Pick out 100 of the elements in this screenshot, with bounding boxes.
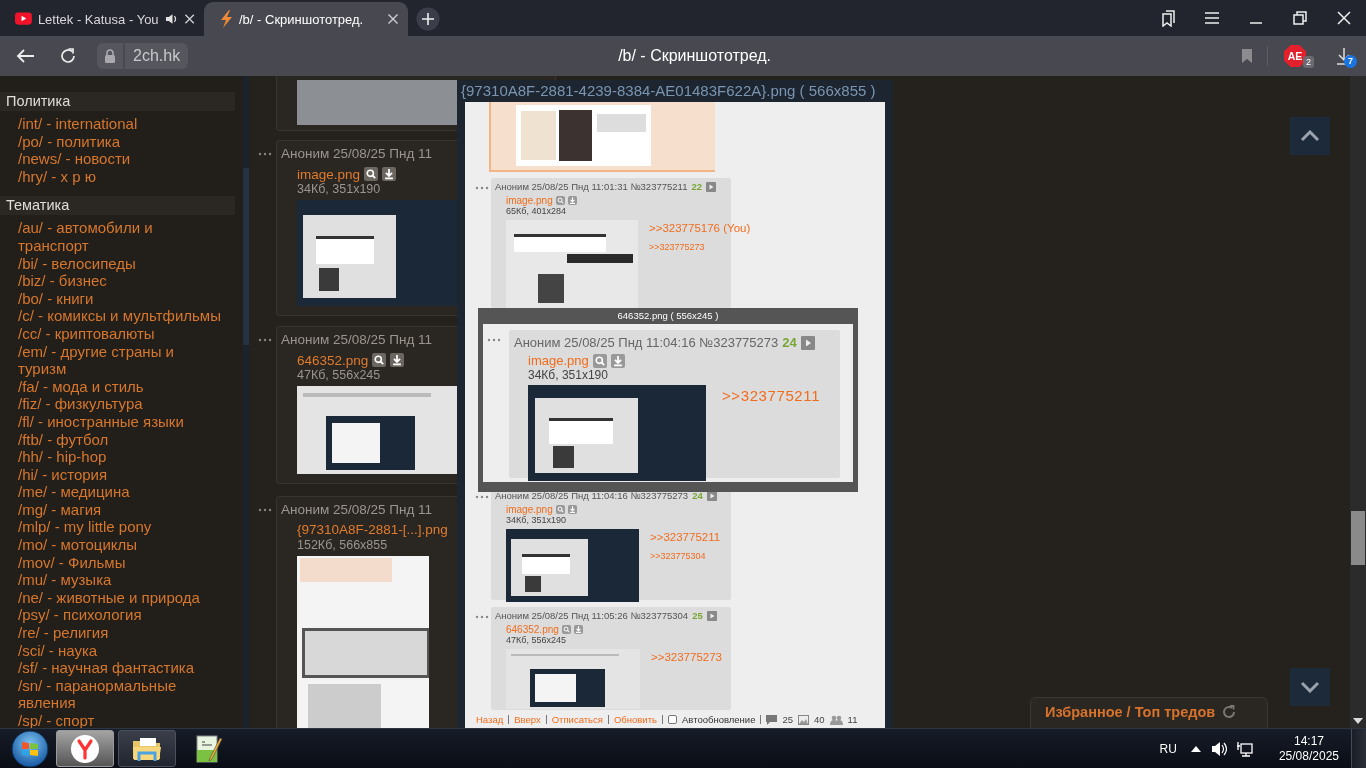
collections-icon[interactable]	[1159, 9, 1177, 27]
show-hidden-icons-icon[interactable]	[1190, 745, 1201, 752]
close-tab-icon[interactable]	[183, 13, 195, 25]
download-icon[interactable]	[382, 167, 397, 181]
post-number: 24	[782, 335, 797, 350]
board-link[interactable]: /hry/ - х р ю	[18, 167, 96, 186]
download-icon[interactable]	[390, 353, 405, 367]
scroll-down-button[interactable]	[1290, 668, 1330, 706]
board-link[interactable]: /sci/ - наука	[18, 641, 98, 660]
board-link[interactable]: /fiz/ - физкультура	[18, 395, 143, 413]
board-link[interactable]: /me/ - медицина	[18, 483, 130, 501]
speaker-icon[interactable]	[1210, 740, 1227, 757]
post-header: Аноним 25/08/25 Пнд 11	[281, 502, 433, 518]
board-link[interactable]: /psy/ - психология	[18, 606, 142, 625]
clock-date[interactable]: 25/08/2025	[1278, 748, 1339, 764]
taskbar-app-button[interactable]	[118, 730, 176, 767]
board-link[interactable]: /news/ - новости	[18, 150, 131, 168]
new-tab-button[interactable]	[416, 7, 440, 31]
favorites-link[interactable]: Избранное / Топ тредов	[1045, 704, 1216, 720]
autoupdate-checkbox[interactable]	[667, 715, 677, 724]
close-window-icon[interactable]	[1335, 9, 1353, 27]
post-count: 25	[782, 714, 793, 725]
network-icon[interactable]	[1236, 740, 1253, 757]
screenshot-thumbnail[interactable]	[516, 105, 651, 166]
restore-icon[interactable]	[1291, 9, 1309, 27]
language-indicator[interactable]: RU	[1159, 741, 1177, 756]
screenshot-thumbnail[interactable]	[297, 386, 457, 474]
board-link[interactable]: /ftb/ - футбол	[18, 430, 109, 449]
browser-tab[interactable]: /b/ - Скриншототред.	[204, 2, 408, 36]
board-link[interactable]: /po/ - политика	[18, 132, 121, 151]
screenshot-thumbnail[interactable]	[506, 220, 638, 310]
board-link[interactable]: /em/ - другие страны и туризм	[18, 342, 225, 378]
board-link[interactable]: /c/ - комиксы и мультфильмы	[18, 307, 221, 325]
scrollbar-thumb[interactable]	[1351, 511, 1365, 565]
post-header: Аноним 25/08/25 Пнд 11	[281, 332, 433, 348]
screenshot-thumbnail[interactable]	[506, 529, 639, 602]
more-dots-icon[interactable]	[475, 615, 489, 619]
more-dots-icon[interactable]	[258, 338, 272, 342]
footer-link[interactable]: Обновить	[613, 714, 657, 725]
board-link[interactable]: /au/ - автомобили и транспорт	[18, 219, 225, 255]
menu-icon[interactable]	[1203, 9, 1221, 27]
board-link[interactable]: /ne/ - животные и природа	[18, 588, 200, 607]
lock-button[interactable]	[97, 43, 123, 69]
extension-button[interactable]: AE	[1284, 45, 1306, 67]
browser-tab[interactable]: Lettek - Katusa - You	[0, 2, 204, 36]
reload-icon[interactable]	[59, 47, 77, 65]
scroll-up-button[interactable]	[1290, 117, 1330, 155]
board-link[interactable]: /mo/ - мотоциклы	[18, 536, 138, 554]
page-scrollbar[interactable]	[1350, 76, 1366, 728]
board-link[interactable]: /re/ - религия	[18, 624, 109, 642]
more-dots-icon[interactable]	[258, 152, 272, 156]
board-link[interactable]: /mu/ - музыка	[18, 571, 112, 589]
autoupdate-label[interactable]: Автообновление	[681, 714, 756, 725]
board-link[interactable]: /fa/ - мода и стиль	[18, 377, 144, 396]
board-link[interactable]: /hh/ - hip-hop	[18, 448, 107, 466]
file-link[interactable]: {97310A8F-2881-[...].png	[297, 522, 448, 537]
board-link[interactable]: /bi/ - велосипеды	[18, 254, 136, 273]
clock-time[interactable]: 14:17	[1293, 733, 1324, 749]
close-tab-icon[interactable]	[387, 13, 399, 25]
board-link[interactable]: /mg/ - магия	[18, 500, 102, 519]
speaker-icon[interactable]	[164, 12, 178, 26]
footer-link[interactable]: Вверх	[514, 714, 541, 725]
scroll-down-arrow-icon[interactable]	[1353, 718, 1363, 724]
search-icon[interactable]	[372, 353, 387, 367]
board-link[interactable]: /sn/ - паранормальные явления	[18, 676, 225, 712]
search-icon[interactable]	[364, 167, 379, 181]
sidebar-scrollbar[interactable]	[243, 76, 249, 728]
more-dots-icon[interactable]	[258, 508, 272, 512]
download-badge: 7	[1344, 55, 1357, 68]
board-link[interactable]: /sf/ - научная фантастика	[18, 659, 194, 677]
viewed-image[interactable]	[465, 102, 885, 728]
screenshot-thumbnail[interactable]	[297, 556, 429, 728]
board-link[interactable]: /biz/ - бизнес	[18, 272, 107, 290]
footer-link[interactable]: Отписаться	[551, 714, 603, 725]
refresh-icon[interactable]	[1221, 704, 1238, 720]
board-link[interactable]: /cc/ - криптовалюты	[18, 324, 155, 343]
more-dots-icon[interactable]	[475, 186, 489, 190]
screenshot-thumbnail[interactable]	[297, 200, 457, 306]
footer-link[interactable]: Назад	[476, 714, 504, 725]
file-link[interactable]: 646352.png	[297, 352, 369, 368]
more-dots-icon[interactable]	[475, 495, 489, 499]
screenshot-thumbnail[interactable]	[528, 385, 706, 481]
start-button[interactable]	[9, 729, 51, 768]
address-domain[interactable]: 2ch.hk	[125, 43, 189, 69]
back-arrow-icon[interactable]	[15, 47, 35, 65]
favorites-panel[interactable]: Избранное / Топ тредов	[1030, 697, 1268, 728]
board-link[interactable]: /bo/ - книги	[18, 289, 94, 308]
taskbar-app-button[interactable]	[56, 730, 114, 767]
board-link[interactable]: /mlp/ - my little pony	[18, 518, 152, 537]
file-info: 47Кб, 556x245	[297, 368, 381, 383]
play-triangle-icon[interactable]	[706, 181, 716, 192]
bookmark-icon[interactable]	[1241, 48, 1253, 64]
more-dots-icon[interactable]	[487, 338, 501, 342]
download-icon[interactable]	[1336, 47, 1352, 65]
board-link[interactable]: /fl/ - иностранные языки	[18, 412, 184, 431]
board-link[interactable]: /hi/ - история	[18, 465, 108, 484]
file-link[interactable]: image.png	[297, 166, 361, 182]
screenshot-thumbnail[interactable]	[506, 649, 640, 709]
board-link[interactable]: /int/ - international	[18, 115, 138, 133]
board-link[interactable]: /mov/ - Фильмы	[18, 553, 126, 572]
